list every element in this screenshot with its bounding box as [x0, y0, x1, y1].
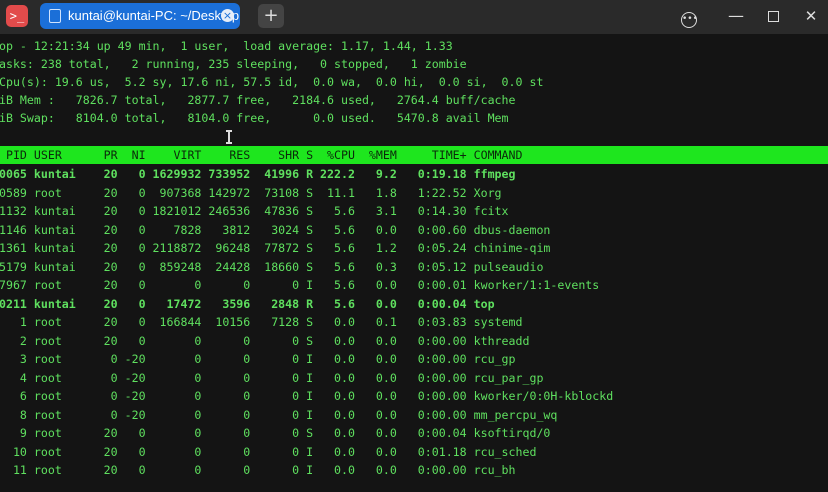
process-row: 20211 kuntai 20 0 17472 3596 2848 R 5.6 …: [0, 296, 495, 311]
process-table-header-text: PID USER PR NI VIRT RES SHR S %CPU %MEM …: [0, 148, 523, 162]
minimize-button[interactable]: —: [725, 6, 747, 26]
process-row: 2 root 20 0 0 0 0 S 0.0 0.0 0:00.00 kthr…: [0, 333, 530, 348]
process-table-header: PID USER PR NI VIRT RES SHR S %CPU %MEM …: [0, 146, 828, 164]
process-row: 11146 kuntai 20 0 7828 3812 3024 S 5.6 0…: [0, 222, 551, 237]
process-row: 11361 kuntai 20 0 2118872 96248 77872 S …: [0, 241, 551, 255]
top-tasks-line: Tasks: 238 total, 2 running, 235 sleepin…: [0, 57, 467, 71]
process-row: 3 root 0 -20 0 0 0 I 0.0 0.0 0:00.00 rcu…: [0, 352, 516, 366]
terminal-output[interactable]: top - 12:21:34 up 49 min, 1 user, load a…: [0, 34, 828, 492]
process-row: 15179 kuntai 20 0 859248 24428 18660 S 5…: [0, 259, 544, 274]
process-row: 8 root 0 -20 0 0 0 I 0.0 0.0 0:00.00 mm_…: [0, 407, 558, 422]
new-tab-button[interactable]: +: [258, 4, 284, 28]
top-mem-line: MiB Mem : 7826.7 total, 2877.7 free, 218…: [0, 93, 516, 107]
terminal-app-icon[interactable]: >_: [6, 5, 28, 27]
top-swap-line: MiB Swap: 8104.0 total, 8104.0 free, 0.0…: [0, 111, 509, 125]
process-row: 20065 kuntai 20 0 1629932 733952 41996 R…: [0, 167, 516, 181]
titlebar: >_ kuntai@kuntai-PC: ~/Desktop × + ••• —…: [0, 0, 828, 34]
close-button[interactable]: ✕: [800, 6, 822, 26]
process-row: 11 root 20 0 0 0 0 I 0.0 0.0 0:00.00 rcu…: [0, 463, 516, 477]
top-uptime-line: top - 12:21:34 up 49 min, 1 user, load a…: [0, 39, 453, 53]
process-row: 17967 root 20 0 0 0 0 I 5.6 0.0 0:00.01 …: [0, 278, 600, 292]
process-row: 11132 kuntai 20 0 1821012 246536 47836 S…: [0, 204, 509, 218]
process-row: 10589 root 20 0 907368 142972 73108 S 11…: [0, 185, 502, 200]
maximize-button[interactable]: [762, 6, 784, 26]
menu-icon: •••: [681, 12, 698, 28]
process-row: 9 root 20 0 0 0 0 S 0.0 0.0 0:00.04 ksof…: [0, 426, 551, 440]
maximize-icon: [767, 11, 779, 22]
process-row: 6 root 0 -20 0 0 0 I 0.0 0.0 0:00.00 kwo…: [0, 389, 614, 403]
menu-button[interactable]: •••: [678, 6, 700, 28]
document-icon: [49, 9, 61, 23]
process-row: 4 root 0 -20 0 0 0 I 0.0 0.0 0:00.00 rcu…: [0, 370, 544, 385]
tab-title: kuntai@kuntai-PC: ~/Desktop: [68, 8, 240, 23]
process-row: 10 root 20 0 0 0 0 I 0.0 0.0 0:01.18 rcu…: [0, 444, 537, 459]
text-cursor-icon: [226, 130, 232, 144]
top-cpu-line: %Cpu(s): 19.6 us, 5.2 sy, 17.6 ni, 57.5 …: [0, 75, 544, 89]
process-row: 1 root 20 0 166844 10156 7128 S 0.0 0.1 …: [0, 315, 523, 329]
tab-close-icon[interactable]: ×: [221, 9, 234, 22]
terminal-tab[interactable]: kuntai@kuntai-PC: ~/Desktop ×: [40, 3, 240, 29]
